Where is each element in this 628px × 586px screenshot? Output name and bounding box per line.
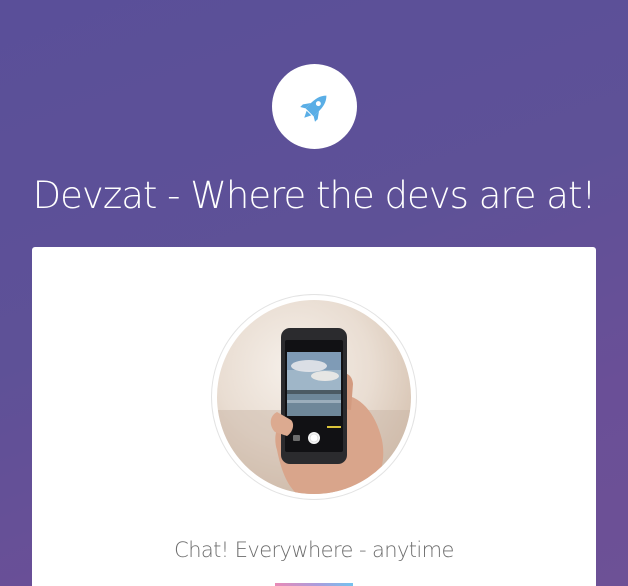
page-title: Devzat - Where the devs are at! xyxy=(32,174,597,217)
phone-photo xyxy=(217,328,411,494)
tagline: Chat! Everywhere - anytime xyxy=(174,538,454,562)
logo-badge xyxy=(272,64,357,149)
hero-photo xyxy=(217,300,411,494)
rocket-icon xyxy=(299,95,326,122)
hero-image-frame xyxy=(211,294,417,500)
content-card: Chat! Everywhere - anytime xyxy=(32,247,596,586)
